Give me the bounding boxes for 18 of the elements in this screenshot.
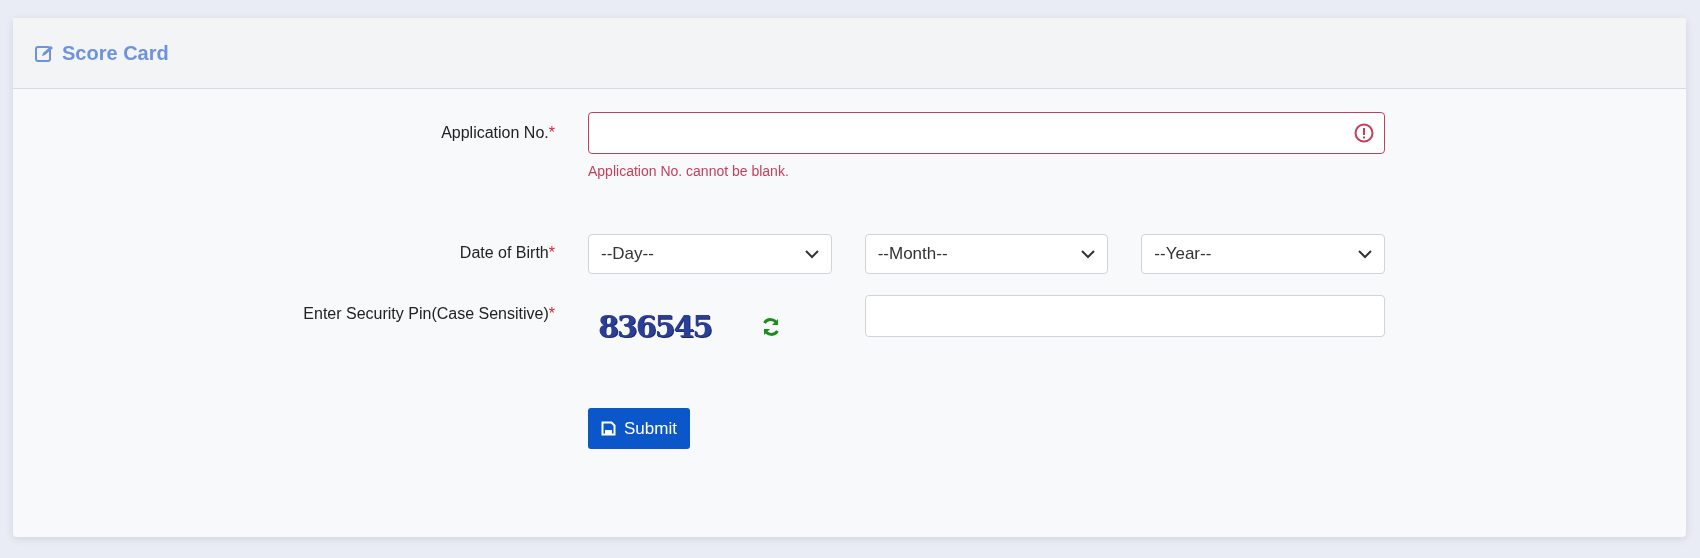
edit-icon: [35, 44, 54, 62]
error-message: Application No. cannot be blank.: [588, 163, 789, 179]
field-label: Enter Security Pin(Case Sensitive)*: [303, 304, 555, 323]
field-label: Date of Birth*: [459, 243, 555, 262]
save-icon: [601, 421, 616, 436]
dropdown[interactable]: --Day--: [588, 234, 832, 274]
chevron-down-icon: [1081, 249, 1096, 259]
submit-button[interactable]: Submit: [588, 408, 690, 449]
application-input[interactable]: [588, 112, 1385, 154]
error-icon: [1354, 123, 1374, 143]
card-title: Score Card: [62, 41, 169, 65]
security-pin-input[interactable]: [865, 295, 1385, 337]
dropdown[interactable]: --Month--: [864, 234, 1109, 274]
chevron-down-icon: [804, 249, 819, 259]
field-label: Application No.*: [441, 123, 555, 142]
captcha-image: 836545: [597, 308, 713, 344]
chevron-down-icon: [1358, 249, 1372, 259]
dropdown[interactable]: --Year--: [1141, 234, 1385, 274]
